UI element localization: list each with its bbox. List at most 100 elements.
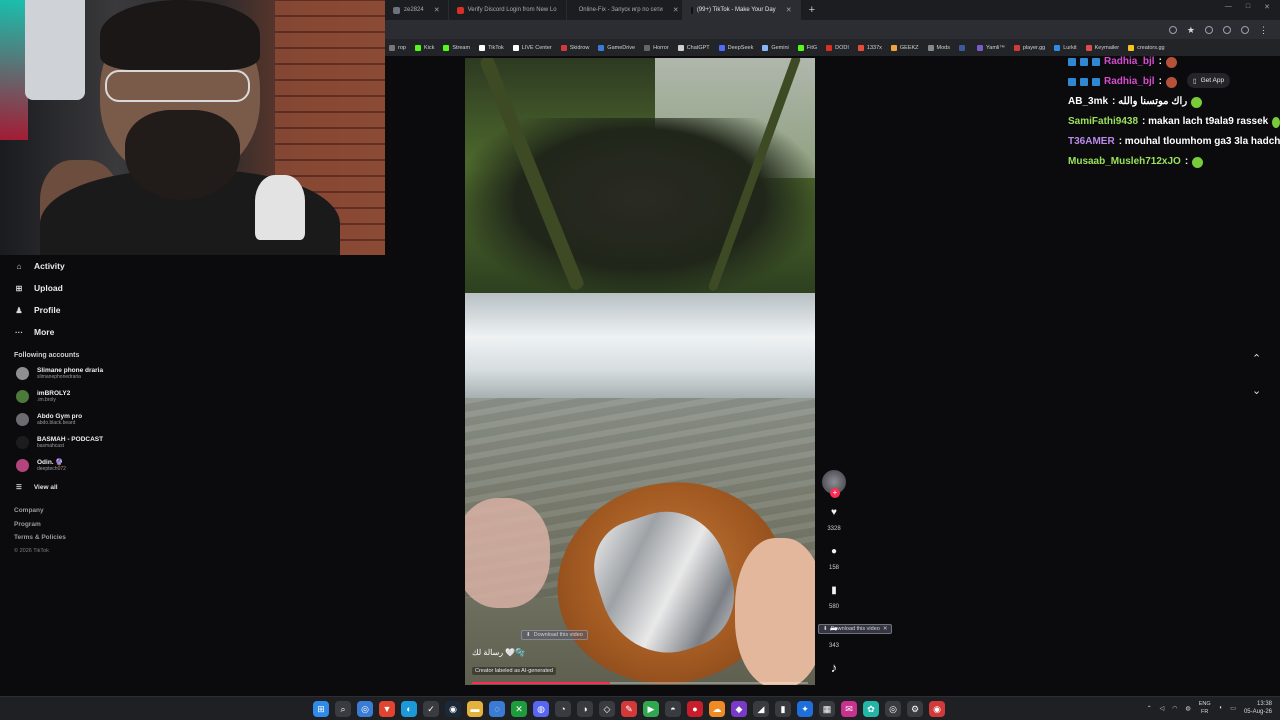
bookmark-item[interactable]: Keymailer [1085,44,1119,51]
close-window-button[interactable]: ✕ [1264,3,1270,11]
maximize-button[interactable]: □ [1246,3,1250,11]
close-icon[interactable]: ✕ [883,626,888,632]
following-account-item[interactable]: BASMAH - PODCAST basmahcast [0,431,200,454]
bookmark-item[interactable]: DODI [826,44,849,51]
edge-icon[interactable]: ◐ [401,701,417,717]
bookmark-item[interactable]: TikTok [479,44,504,51]
bookmark-item[interactable]: ChatGPT [677,44,710,51]
volume-icon[interactable]: ◁ [1160,705,1165,712]
bookmark-item[interactable]: Stream [443,44,470,51]
bookmark-item[interactable] [959,44,968,51]
editor-icon[interactable]: ✦ [797,701,813,717]
tool-icon[interactable]: ✎ [621,701,637,717]
chrome-icon[interactable]: ◎ [357,701,373,717]
profile-icon[interactable] [1241,25,1249,34]
sidebar-item-activity[interactable]: ⌂ Activity [0,255,200,277]
new-tab-button[interactable]: + [801,4,823,16]
start-icon[interactable]: ⊞ [313,701,329,717]
cloud-icon[interactable]: ☁ [709,701,725,717]
download-video-chip[interactable]: ⬇ Download this video [521,630,588,640]
minimize-button[interactable]: — [1225,3,1232,11]
bookmark-item[interactable]: Lurkit [1054,44,1077,51]
star-icon[interactable]: ★ [1187,25,1195,34]
sync-icon[interactable] [1223,25,1231,34]
save-button[interactable]: ▮ 580 [820,584,848,611]
app-icon[interactable]: ◇ [599,701,615,717]
vpn-icon[interactable]: ✓ [423,701,439,717]
monitor-icon[interactable]: ▮ [775,701,791,717]
footer-link-terms[interactable]: Terms & Policies [14,534,200,548]
bookmark-item[interactable]: rop [389,44,406,51]
following-account-item[interactable]: Slimane phone draria slimanephonedraria [0,362,200,385]
settings-icon[interactable]: ⚙ [907,701,923,717]
battery-icon[interactable]: ▭ [1230,705,1236,712]
following-account-item[interactable]: Odin. 🔮 deeptech072 [0,454,200,477]
discord-icon[interactable]: ◍ [533,701,549,717]
footer-link-company[interactable]: Company [14,507,200,521]
xbox-icon[interactable]: ✕ [511,701,527,717]
view-all-link[interactable]: ☰ View all [0,477,200,497]
sidebar-item-profile[interactable]: ♟ Profile [0,299,200,321]
record-icon[interactable]: ● [687,701,703,717]
game-icon[interactable]: ◢ [753,701,769,717]
bookmark-item[interactable]: DeepSeek [718,44,753,51]
close-icon[interactable]: ✕ [434,6,440,14]
share-icon[interactable] [1168,25,1177,34]
footer-link-program[interactable]: Program [14,521,200,535]
extension-icon[interactable] [1205,25,1213,34]
sidebar-item-upload[interactable]: ⊞ Upload [0,277,200,299]
github-icon[interactable]: ◑ [577,701,593,717]
bookmark-item[interactable]: FitG [797,44,817,51]
get-app-button[interactable]: ▯ Get App [1187,73,1231,88]
close-icon[interactable]: ✕ [786,6,792,14]
paint-icon[interactable]: ✿ [863,701,879,717]
video-progress-bar[interactable] [472,682,808,684]
bookmark-item[interactable]: Mods [927,44,950,51]
bookmark-item[interactable]: Kick [414,44,434,51]
menu-icon[interactable]: ⋮ [1259,25,1268,34]
taskbar-clock[interactable]: 13:38 05-Aug-26 [1244,700,1272,716]
calc-icon[interactable]: ▦ [819,701,835,717]
steam-icon[interactable]: ◉ [445,701,461,717]
wifi-icon[interactable]: ◠ [1172,705,1177,712]
speaker-icon[interactable]: ◖ [1219,705,1223,711]
bookmark-item[interactable]: GEEKZ [890,44,919,51]
bookmark-item[interactable]: Gemini [762,44,789,51]
bookmark-item[interactable]: player.gg [1013,44,1045,51]
tiktok-logo-icon[interactable]: ♪ [820,660,848,675]
bookmark-item[interactable]: Yamli™ [977,44,1005,51]
next-video-button[interactable]: ⌄ [1252,384,1261,397]
bookmark-item[interactable]: LIVE Center [512,44,552,51]
network-icon[interactable]: ◌ [489,701,505,717]
sidebar-item-more[interactable]: ··· More [0,321,200,343]
bookmark-item[interactable]: Skidrow [560,44,589,51]
search-icon[interactable]: ⌕ [335,701,351,717]
close-icon[interactable]: ✕ [673,6,679,14]
following-account-item[interactable]: imBROLY2 .im.broly [0,385,200,408]
following-account-item[interactable]: Abdo Gym pro abdo.black.beard [0,408,200,431]
language-indicator[interactable]: ENG FR [1199,700,1211,716]
browser-tab[interactable]: ze2824 ✕ [385,0,449,20]
bookmark-item[interactable]: 1337x [857,44,882,51]
browser-tab[interactable]: Online-Fix - Запуск игр по сети ✕ [567,0,683,20]
recorder-icon[interactable]: ◉ [929,701,945,717]
video-player[interactable]: ⬇ Download this video رسالة لك 🤍🫧 Creator… [465,58,815,685]
torrent-icon[interactable]: ◆ [731,701,747,717]
share-button[interactable]: ➦ 343 [820,623,848,650]
mail-icon[interactable]: ✉ [841,701,857,717]
play-icon[interactable]: ▶ [643,701,659,717]
bookmark-item[interactable]: creators.gg [1128,44,1165,51]
bookmark-item[interactable]: GameDrive [598,44,635,51]
creator-avatar[interactable]: + [822,470,846,498]
bookmark-item[interactable]: Horror [644,44,669,51]
folder-icon[interactable]: ▬ [467,701,483,717]
obs-icon[interactable]: ◔ [555,701,571,717]
comment-button[interactable]: ● 158 [820,545,848,572]
mic-icon[interactable]: ◍ [1186,705,1191,712]
brave-icon[interactable]: ▼ [379,701,395,717]
browser-tab[interactable]: Verify Discord Login from New Lo [449,0,567,20]
follow-plus-icon[interactable]: + [830,488,840,498]
media-icon[interactable]: ◎ [885,701,901,717]
chevron-up-icon[interactable]: ⌃ [1147,705,1152,712]
browser-tab-active[interactable]: (99+) TikTok - Make Your Day ✕ [682,0,801,20]
